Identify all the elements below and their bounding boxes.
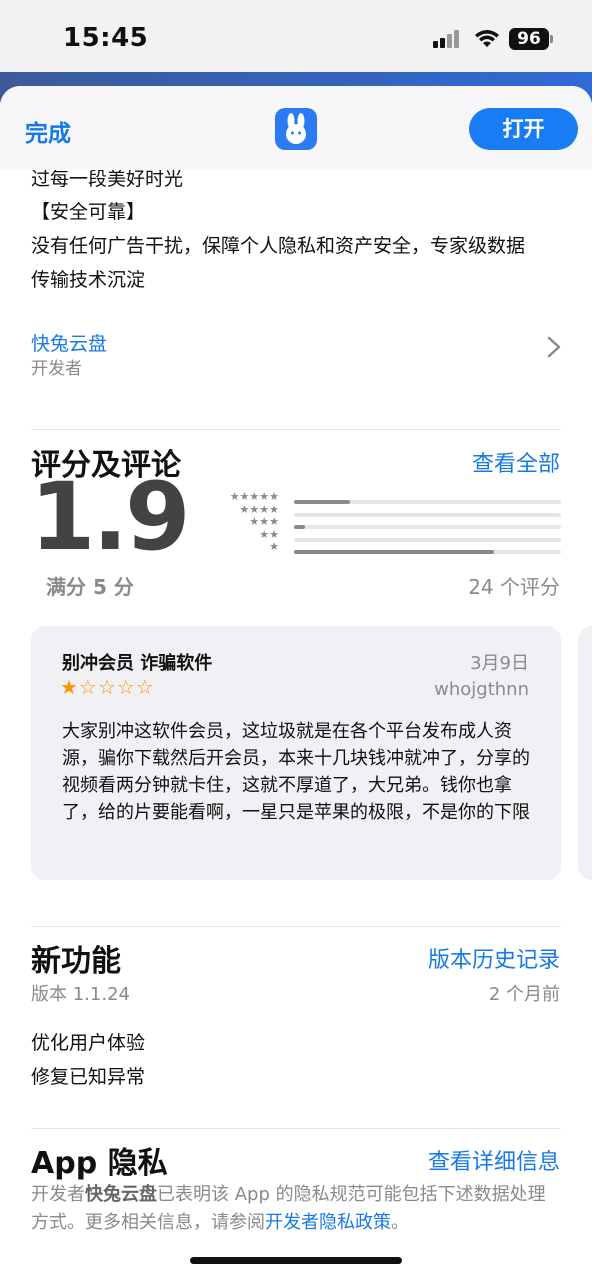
review-star-rating: ★☆☆☆☆: [60, 675, 155, 699]
whats-new-title: 新功能: [31, 944, 121, 979]
description-line: 【安全可靠】: [31, 201, 146, 223]
battery-icon: 96: [509, 28, 549, 50]
rating-row-stars: ★★★★★: [229, 490, 279, 503]
version-history-link[interactable]: 版本历史记录: [428, 942, 560, 974]
rating-row-stars: ★★: [259, 527, 279, 541]
battery-tip: [550, 35, 553, 43]
release-note: 修复已知异常: [31, 1066, 146, 1088]
sheet-nav-bar: 完成 打开: [0, 86, 592, 170]
app-sheet: 完成 打开 过每一段美好时光 【安全可靠】 没有任何广告干扰，保障个人隐私和资产…: [0, 86, 592, 1280]
divider: [31, 429, 561, 430]
rating-bar-fill: [294, 500, 351, 504]
signal-icon: [433, 30, 463, 48]
status-bar: 15:45 96: [0, 0, 592, 80]
app-icon-rabbit: [275, 108, 317, 150]
rating-row-stars: ★★★★: [239, 502, 279, 516]
privacy-detail-link[interactable]: 查看详细信息: [428, 1144, 560, 1176]
divider: [31, 926, 561, 927]
review-author: whojgthnn: [434, 679, 529, 700]
home-indicator[interactable]: [190, 1257, 402, 1264]
rating-bar-track: [294, 537, 561, 542]
privacy-text-prefix: 开发者: [31, 1184, 85, 1205]
privacy-title: App 隐私: [31, 1146, 168, 1181]
rating-out-of: 满分 5 分: [46, 575, 134, 599]
ratings-count: 24 个评分: [468, 575, 560, 599]
description-line: 传输技术沉淀: [31, 269, 146, 291]
privacy-description: 开发者快兔云盘已表明该 App 的隐私规范可能包括下述数据处理方式。更多相关信息…: [31, 1181, 561, 1237]
version-label: 版本 1.1.24: [31, 984, 130, 1005]
rating-bar-fill: [294, 550, 495, 554]
version-date: 2 个月前: [488, 984, 560, 1005]
rating-bar-track: [294, 550, 561, 554]
review-title: 别冲会员 诈骗软件: [62, 653, 213, 674]
privacy-policy-link[interactable]: 开发者隐私政策: [265, 1212, 391, 1233]
chevron-right-icon[interactable]: [543, 336, 565, 358]
rating-row-stars: ★★★: [249, 515, 279, 528]
privacy-text-suffix: 。: [391, 1212, 409, 1233]
see-all-link[interactable]: 查看全部: [472, 446, 560, 478]
rating-bar-fill: [294, 525, 305, 529]
rating-bar-track: [294, 500, 561, 504]
divider: [31, 1128, 561, 1129]
release-note: 优化用户体验: [31, 1032, 146, 1054]
review-card[interactable]: 别冲会员 诈骗软件 3月9日 ★☆☆☆☆ whojgthnn 大家别冲这软件会员…: [31, 626, 561, 880]
open-button[interactable]: 打开: [469, 108, 578, 150]
review-date: 3月9日: [470, 653, 529, 674]
rating-row-1-star: ★: [220, 541, 561, 558]
status-time: 15:45: [63, 23, 149, 53]
rating-row-stars: ★: [269, 540, 279, 553]
developer-label: 开发者: [31, 359, 82, 379]
done-button[interactable]: 完成: [25, 114, 71, 148]
developer-link[interactable]: 快兔云盘: [31, 329, 107, 356]
next-review-card[interactable]: [578, 626, 592, 880]
review-body: 大家别冲这软件会员，这垃圾就是在各个平台发布成人资源，骗你下载然后开会员，本来十…: [62, 721, 530, 823]
rating-bar-track: [294, 525, 561, 529]
description-line: 没有任何广告干扰，保障个人隐私和资产安全，专家级数据: [31, 235, 526, 257]
average-rating: 1.9: [30, 463, 191, 572]
privacy-developer-name: 快兔云盘: [85, 1184, 157, 1205]
rating-bar-track: [294, 512, 561, 517]
wifi-icon: [475, 30, 499, 47]
